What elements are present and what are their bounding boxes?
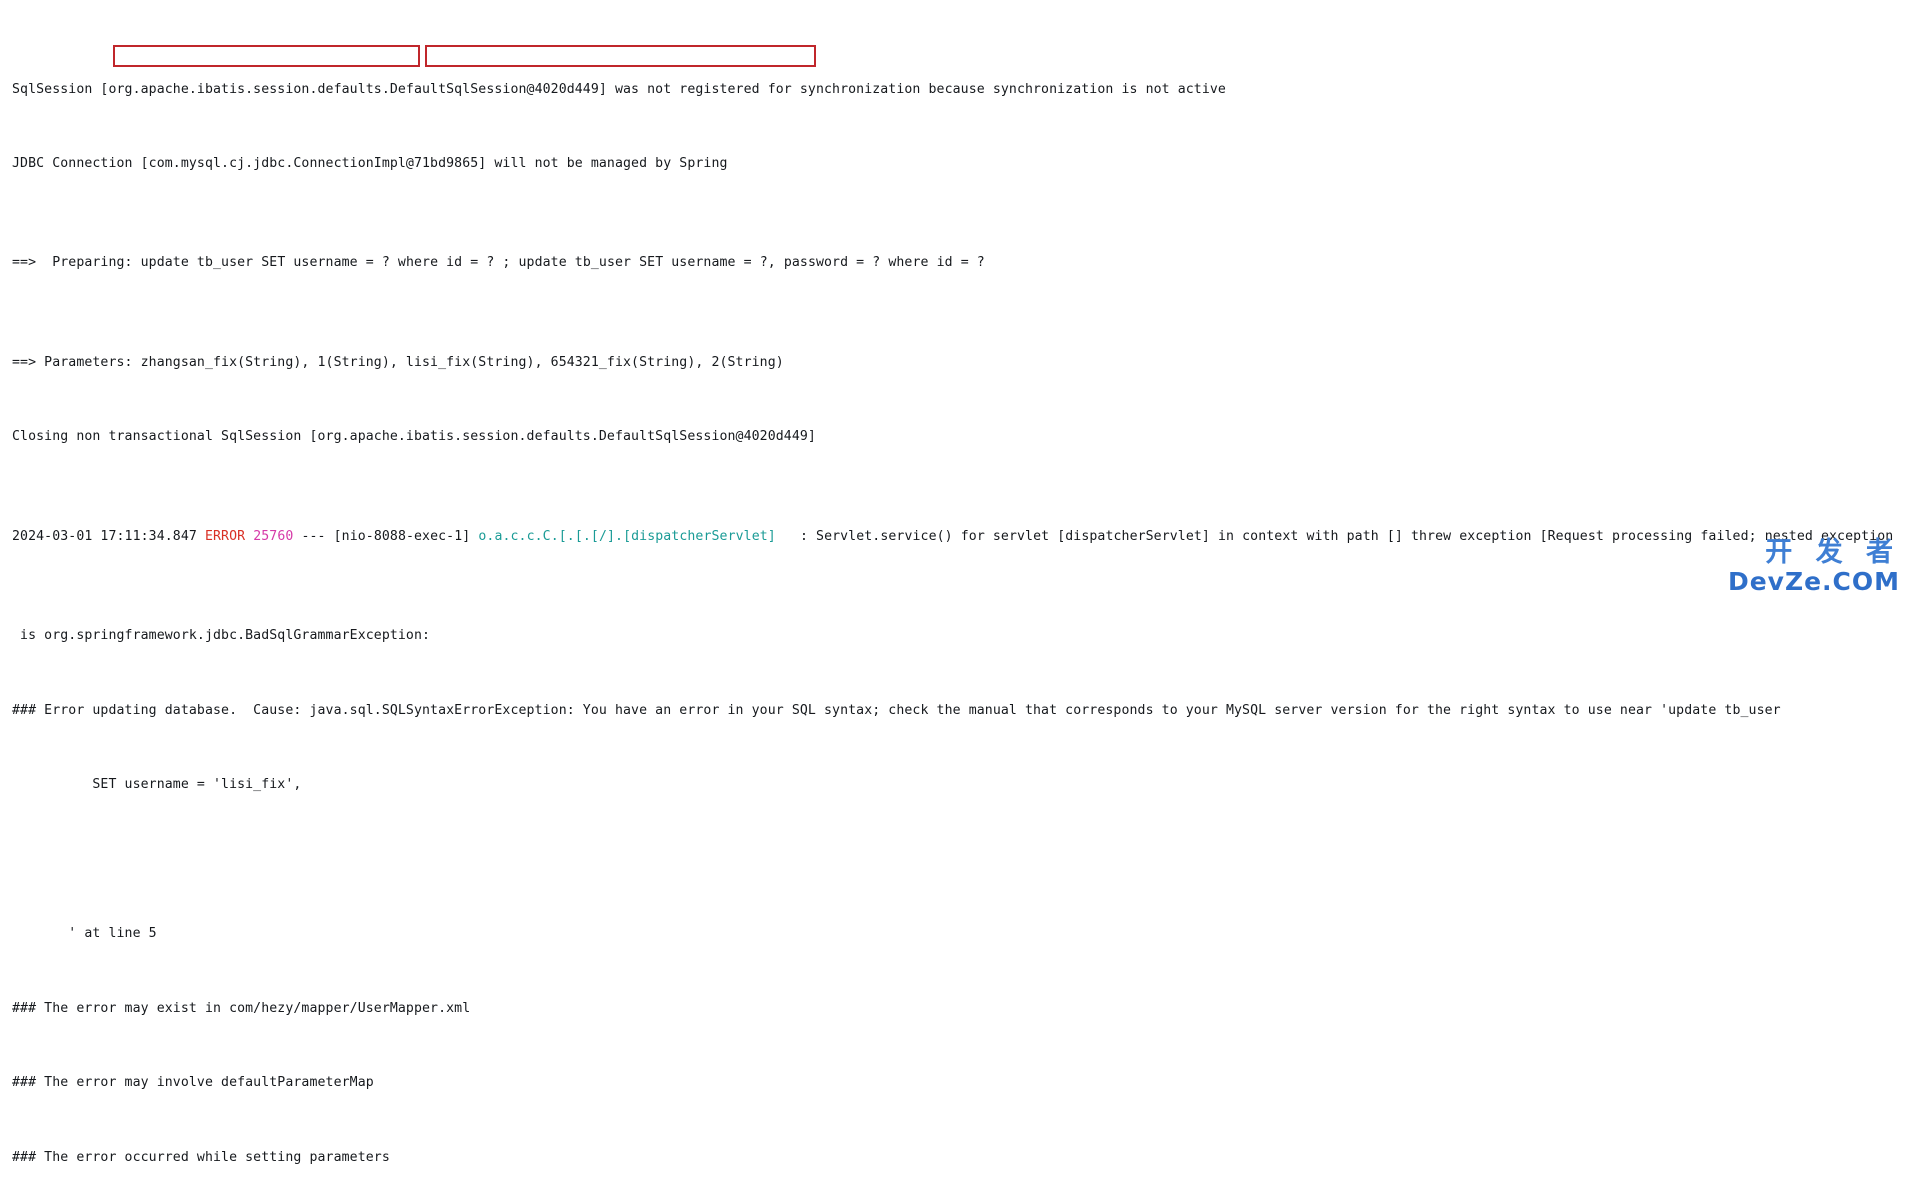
log-line: ### The error may exist in com/hezy/mapp… (12, 1000, 471, 1016)
sql-statement-2: update tb_user SET username = ?, passwor… (518, 255, 985, 271)
log-message: : Servlet.service() for servlet [dispatc… (775, 528, 1894, 544)
log-line: ### The error occurred while setting par… (12, 1149, 390, 1165)
preparing-prefix: ==> Preparing: (12, 255, 141, 271)
log-line: Closing non transactional SqlSession [or… (12, 429, 816, 445)
log-line: is org.springframework.jdbc.BadSqlGramma… (12, 628, 431, 644)
log-line-preparing: ==> Preparing: update tb_user SET userna… (12, 251, 1914, 276)
log-dashes: --- (293, 528, 334, 544)
log-line-parameters: ==> Parameters: zhangsan_fix(String), 1(… (12, 354, 784, 370)
log-line-error-header: 2024-03-01 17:11:34.847 ERROR 25760 --- … (12, 525, 1914, 550)
log-level-badge: ERROR (204, 528, 246, 544)
log-console[interactable]: SqlSession [org.apache.ibatis.session.de… (0, 0, 1914, 1165)
log-line: SET username = 'lisi_fix', (12, 777, 302, 793)
log-line: ' at line 5 (12, 926, 157, 942)
log-line: SqlSession [org.apache.ibatis.session.de… (12, 81, 1226, 97)
log-line: ### Error updating database. Cause: java… (12, 702, 1781, 718)
log-timestamp: 2024-03-01 17:11:34.847 (12, 528, 197, 544)
sql-statement-1: update tb_user SET username = ? where id… (140, 255, 495, 271)
log-thread-name: [nio-8088-exec-1] (333, 528, 471, 544)
log-line: ### The error may involve defaultParamet… (12, 1075, 374, 1091)
log-logger-name: o.a.c.c.C.[.[.[/].[dispatcherServlet] (478, 528, 776, 544)
log-process-id: 25760 (253, 528, 294, 544)
sql-separator: ; (494, 255, 519, 271)
log-line: JDBC Connection [com.mysql.cj.jdbc.Conne… (12, 156, 728, 172)
